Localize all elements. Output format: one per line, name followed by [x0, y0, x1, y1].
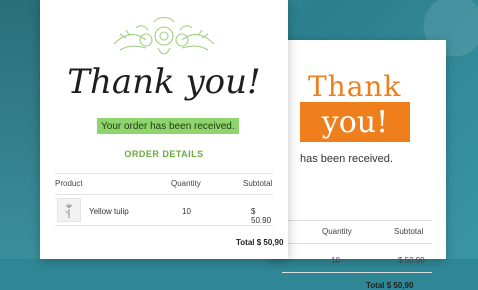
thank-you-heading: Thank you!	[67, 62, 261, 102]
col-subtotal: Subtotal	[243, 179, 273, 188]
back-row-quantity: 10	[331, 256, 340, 265]
row-subtotal: $ 50.90	[251, 207, 272, 225]
col-quantity: Quantity	[171, 179, 201, 188]
back-heading-line1: Thank	[308, 70, 402, 103]
back-received-text: has been received.	[300, 153, 393, 165]
back-col-quantity: Quantity	[322, 227, 352, 236]
back-table-row: 10 $ 50.90	[282, 250, 432, 273]
order-total: Total $ 50,90	[236, 238, 284, 247]
back-table-header: Quantity Subtotal	[282, 220, 432, 244]
row-quantity: 10	[182, 207, 191, 216]
col-product: Product	[55, 179, 83, 188]
order-details-title: ORDER DETAILS	[124, 149, 204, 159]
back-col-subtotal: Subtotal	[394, 227, 424, 236]
row-product: Yellow tulip	[89, 207, 129, 216]
tulip-thumbnail-icon	[57, 198, 81, 222]
floral-ornament-icon	[113, 16, 215, 55]
order-table-header: Product Quantity Subtotal	[55, 173, 273, 195]
thank-you-email-preview-orange: Thank you! has been received. Quantity S…	[268, 40, 446, 290]
back-row-subtotal: $ 50.90	[398, 256, 425, 265]
back-heading-line2: you!	[300, 102, 410, 142]
back-total: Total $ 50,90	[366, 281, 414, 290]
table-row: Yellow tulip 10 $ 50.90	[55, 195, 273, 226]
thank-you-email-preview-green: Thank you! Your order has been received.…	[40, 0, 288, 259]
order-received-badge: Your order has been received.	[97, 118, 239, 134]
